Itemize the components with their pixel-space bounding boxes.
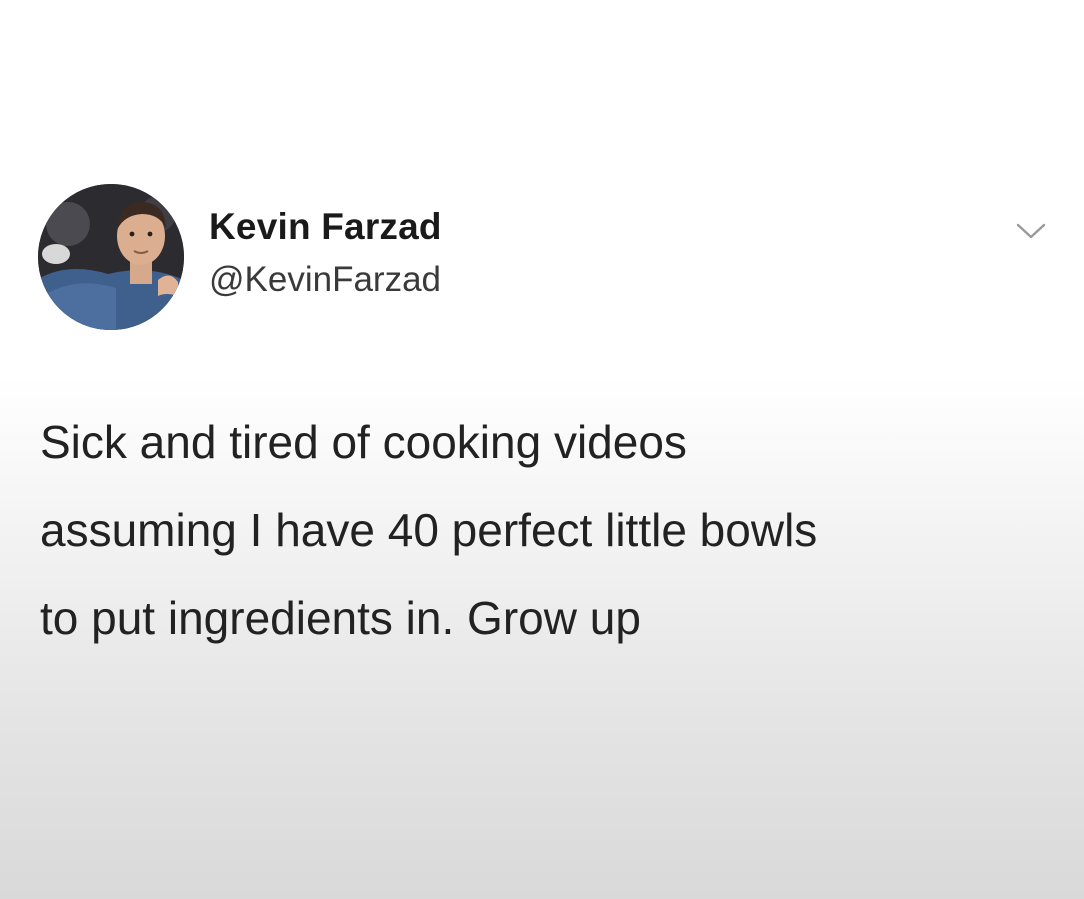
- tweet-text-line: to put ingredients in. Grow up: [40, 592, 641, 644]
- tweet-text: Sick and tired of cooking videos assumin…: [40, 398, 1050, 662]
- avatar[interactable]: [38, 184, 184, 330]
- author-handle[interactable]: @KevinFarzad: [209, 260, 441, 300]
- tweet-text-line: assuming I have 40 perfect little bowls: [40, 504, 818, 556]
- tweet-text-line: Sick and tired of cooking videos: [40, 416, 687, 468]
- author-display-name[interactable]: Kevin Farzad: [209, 206, 442, 248]
- chevron-down-icon[interactable]: [1012, 216, 1050, 246]
- tweet-card: Kevin Farzad @KevinFarzad Sick and tired…: [0, 0, 1084, 899]
- avatar-photo: [38, 184, 184, 330]
